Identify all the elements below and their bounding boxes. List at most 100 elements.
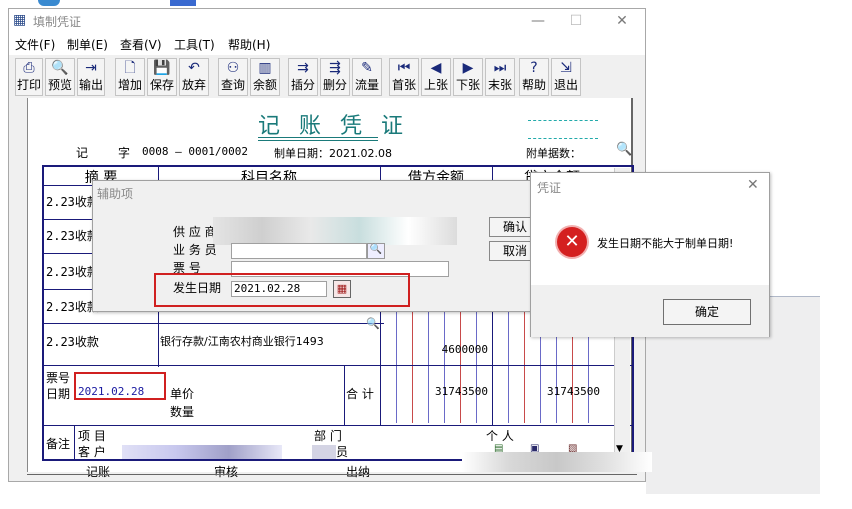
- last-button[interactable]: ⏭ 末张: [485, 58, 515, 96]
- balance-button[interactable]: ▥ 余额: [250, 58, 280, 96]
- new-doc-icon: 🗋: [124, 60, 136, 76]
- help-icon: ?: [530, 60, 538, 76]
- entry-row-1-summary[interactable]: 2.23收款: [46, 193, 99, 210]
- error-dialog-title: 凭证: [537, 181, 562, 195]
- entry-row-4-summary[interactable]: 2.23收款: [46, 298, 99, 315]
- person-label: 个 人: [486, 429, 514, 443]
- note-label: 备注: [46, 437, 71, 451]
- exit-icon: ⇲: [560, 60, 572, 76]
- voucher-number: 0008 – 0001/0002: [142, 145, 248, 158]
- window-title: 填制凭证: [33, 15, 82, 29]
- error-message: 发生日期不能大于制单日期!: [597, 237, 734, 250]
- total-credit: 31743500: [547, 385, 600, 398]
- menu-tools[interactable]: 工具(T): [174, 36, 215, 53]
- maximize-button[interactable]: ☐: [561, 11, 591, 31]
- delete-row-icon: ⇶: [329, 60, 341, 76]
- dashed-line: [528, 138, 598, 139]
- date-label: 日期: [46, 387, 71, 401]
- error-x-icon: ✕: [557, 227, 587, 257]
- prev-button[interactable]: ◀ 上张: [421, 58, 451, 96]
- redacted-staff: [312, 445, 336, 459]
- entry-row-5-summary[interactable]: 2.23收款: [46, 333, 99, 350]
- preview-button[interactable]: 🔍 预览: [45, 58, 75, 96]
- app-icon: ▦: [13, 12, 27, 28]
- desktop-icon: [170, 0, 196, 6]
- unit-price-label: 单价: [170, 387, 195, 401]
- supplier-label: 供 应 商: [173, 225, 217, 239]
- first-icon: ⏮: [397, 60, 411, 76]
- exit-button[interactable]: ⇲ 退出: [551, 58, 581, 96]
- insert-row-icon: ⇉: [297, 60, 309, 76]
- entry-row-5-debit[interactable]: 4600000: [380, 343, 488, 356]
- printer-icon: ⎙: [23, 60, 35, 76]
- export-button[interactable]: ⇥ 输出: [77, 58, 105, 96]
- save-icon: 💾: [153, 60, 171, 76]
- undo-icon: ↶: [188, 60, 200, 76]
- entry-row-2-summary[interactable]: 2.23收款: [46, 227, 99, 244]
- next-icon: ▶: [462, 60, 474, 76]
- toolbar: ⎙ 打印 🔍 预览 ⇥ 输出 🗋 增加 💾 保存 ↶ 放弃 ⚇ 查询 ▥ 余额 ⇉ 插分 ⇶ 删分 …: [9, 55, 645, 99]
- binoculars-icon: ⚇: [226, 60, 240, 76]
- ticket-label: 票号: [46, 371, 71, 385]
- title-underline: [258, 140, 378, 141]
- highlight-issue-date: [154, 273, 410, 307]
- help-button[interactable]: ? 帮助: [519, 58, 549, 96]
- dept-label: 部 门: [314, 429, 342, 443]
- dashed-line: [528, 120, 598, 121]
- bar-chart-icon: ▥: [258, 60, 272, 76]
- entry-row-5-account[interactable]: 银行存款/江南农村商业银行1493: [160, 333, 324, 349]
- delete-entry-button[interactable]: ⇶ 删分: [320, 58, 350, 96]
- insert-entry-button[interactable]: ⇉ 插分: [288, 58, 318, 96]
- error-close-icon[interactable]: ✕: [747, 177, 759, 193]
- cashflow-button[interactable]: ✎ 流量: [352, 58, 382, 96]
- menu-help[interactable]: 帮助(H): [228, 36, 270, 53]
- redacted-customer: [122, 445, 282, 459]
- salesman-search-icon[interactable]: 🔍: [367, 243, 385, 259]
- minimize-button[interactable]: —: [523, 11, 553, 31]
- save-button[interactable]: 💾 保存: [147, 58, 177, 96]
- first-button[interactable]: ⏮ 首张: [389, 58, 419, 96]
- discard-button[interactable]: ↶ 放弃: [179, 58, 209, 96]
- total-label: 合 计: [346, 387, 374, 401]
- search-icon[interactable]: 🔍: [616, 142, 632, 157]
- search-icon[interactable]: 🔍: [366, 317, 380, 330]
- prev-icon: ◀: [430, 60, 442, 76]
- salesman-label: 业 务 员: [173, 243, 217, 257]
- voucher-date: 制单日期：2021.02.08: [274, 147, 392, 160]
- print-button[interactable]: ⎙ 打印: [15, 58, 43, 96]
- error-ok-button[interactable]: 确定: [663, 299, 751, 325]
- preview-icon: 🔍: [51, 60, 69, 76]
- sign-review: 审核: [214, 465, 239, 479]
- menu-edit[interactable]: 制单(E): [67, 36, 108, 53]
- redacted-area: [462, 452, 652, 472]
- next-button[interactable]: ▶ 下张: [453, 58, 483, 96]
- title-bar: ▦ 填制凭证 — ☐ ✕: [9, 9, 645, 33]
- sign-cashier: 出纳: [346, 465, 371, 479]
- voucher-type: 记: [76, 146, 89, 160]
- total-debit: 31743500: [435, 385, 488, 398]
- sign-bookkeeper: 记账: [86, 465, 111, 479]
- add-button[interactable]: 🗋 增加: [115, 58, 145, 96]
- voucher-title: 记 账 凭 证: [258, 114, 409, 139]
- staff-label: 员: [336, 445, 349, 459]
- query-button[interactable]: ⚇ 查询: [218, 58, 248, 96]
- quantity-label: 数量: [170, 405, 195, 419]
- last-icon: ⏭: [493, 60, 507, 76]
- salesman-input[interactable]: [231, 243, 367, 259]
- highlight-footer-date: [74, 372, 166, 400]
- attachment-count: 附单据数：: [526, 147, 581, 160]
- error-dialog: 凭证 ✕ ✕ 发生日期不能大于制单日期! 确定: [530, 172, 770, 337]
- export-icon: ⇥: [85, 60, 97, 76]
- title-underline: [258, 137, 378, 138]
- project-label: 项 目: [78, 429, 106, 443]
- menu-file[interactable]: 文件(F): [15, 36, 55, 53]
- menu-bar: 文件(F) 制单(E) 查看(V) 工具(T) 帮助(H): [9, 33, 645, 55]
- supplier-field[interactable]: [213, 217, 457, 245]
- menu-view[interactable]: 查看(V): [120, 36, 162, 53]
- close-button[interactable]: ✕: [607, 11, 637, 31]
- desktop-icon: [38, 0, 60, 6]
- customer-label: 客 户: [78, 445, 106, 459]
- aux-dialog-title: 辅助项: [97, 187, 134, 201]
- edit-pen-icon: ✎: [361, 60, 373, 76]
- entry-row-3-summary[interactable]: 2.23收款: [46, 263, 99, 280]
